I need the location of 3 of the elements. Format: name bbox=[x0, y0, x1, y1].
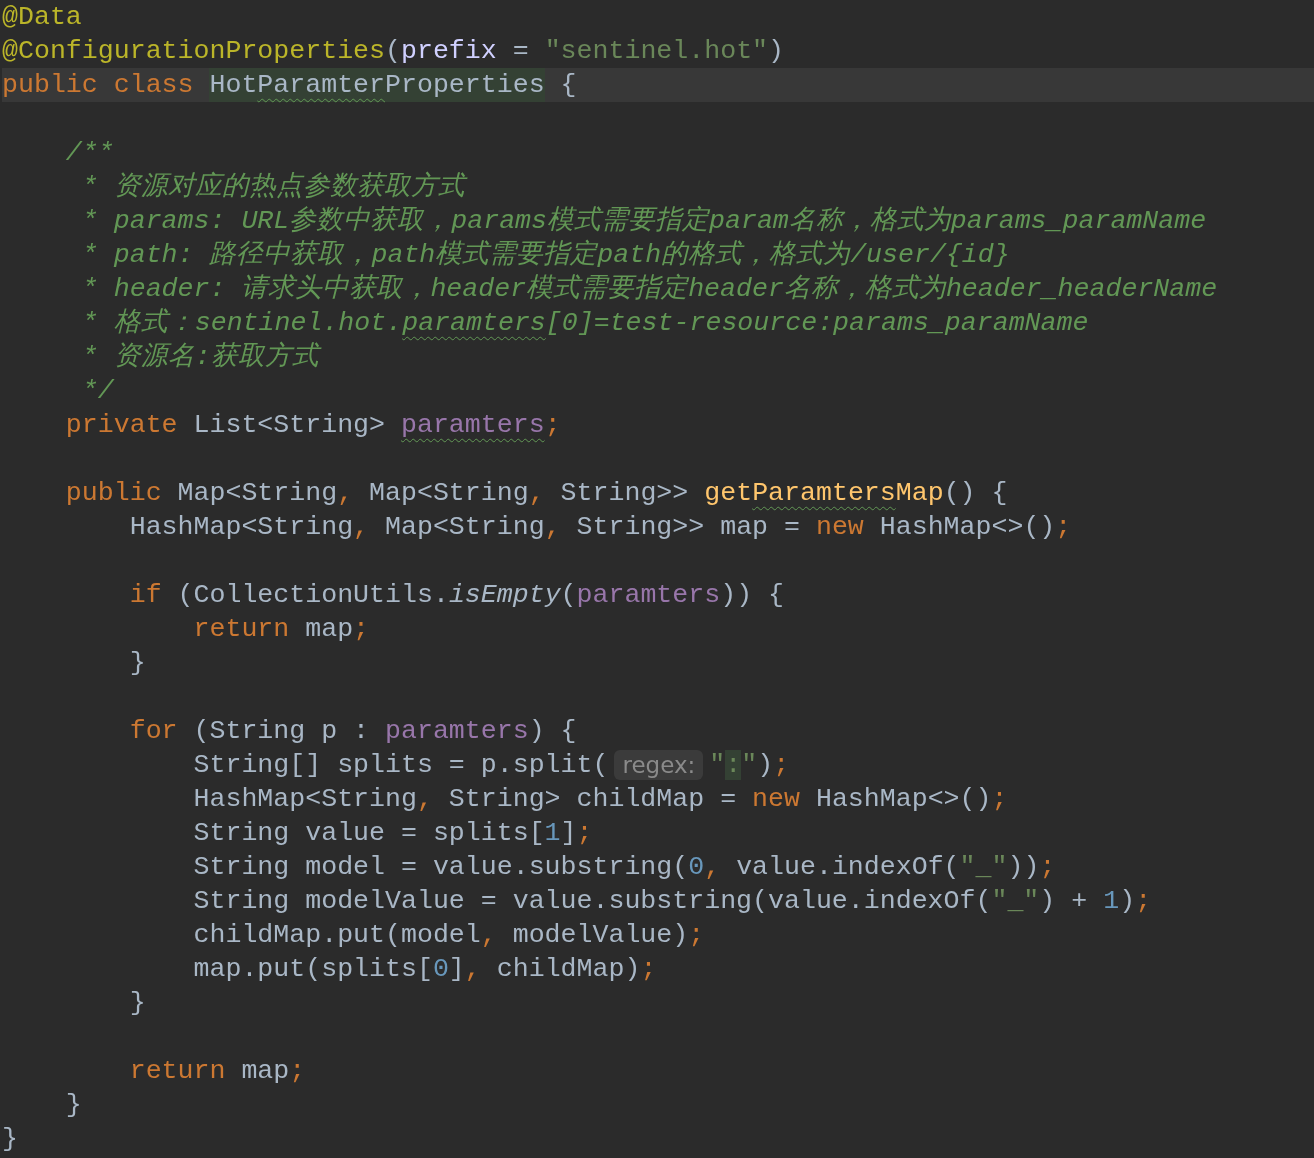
code-text: String[] splits = p.split( bbox=[192, 749, 609, 782]
parameter-hint: regex: bbox=[614, 750, 704, 780]
code-text: ":"); bbox=[709, 749, 790, 782]
